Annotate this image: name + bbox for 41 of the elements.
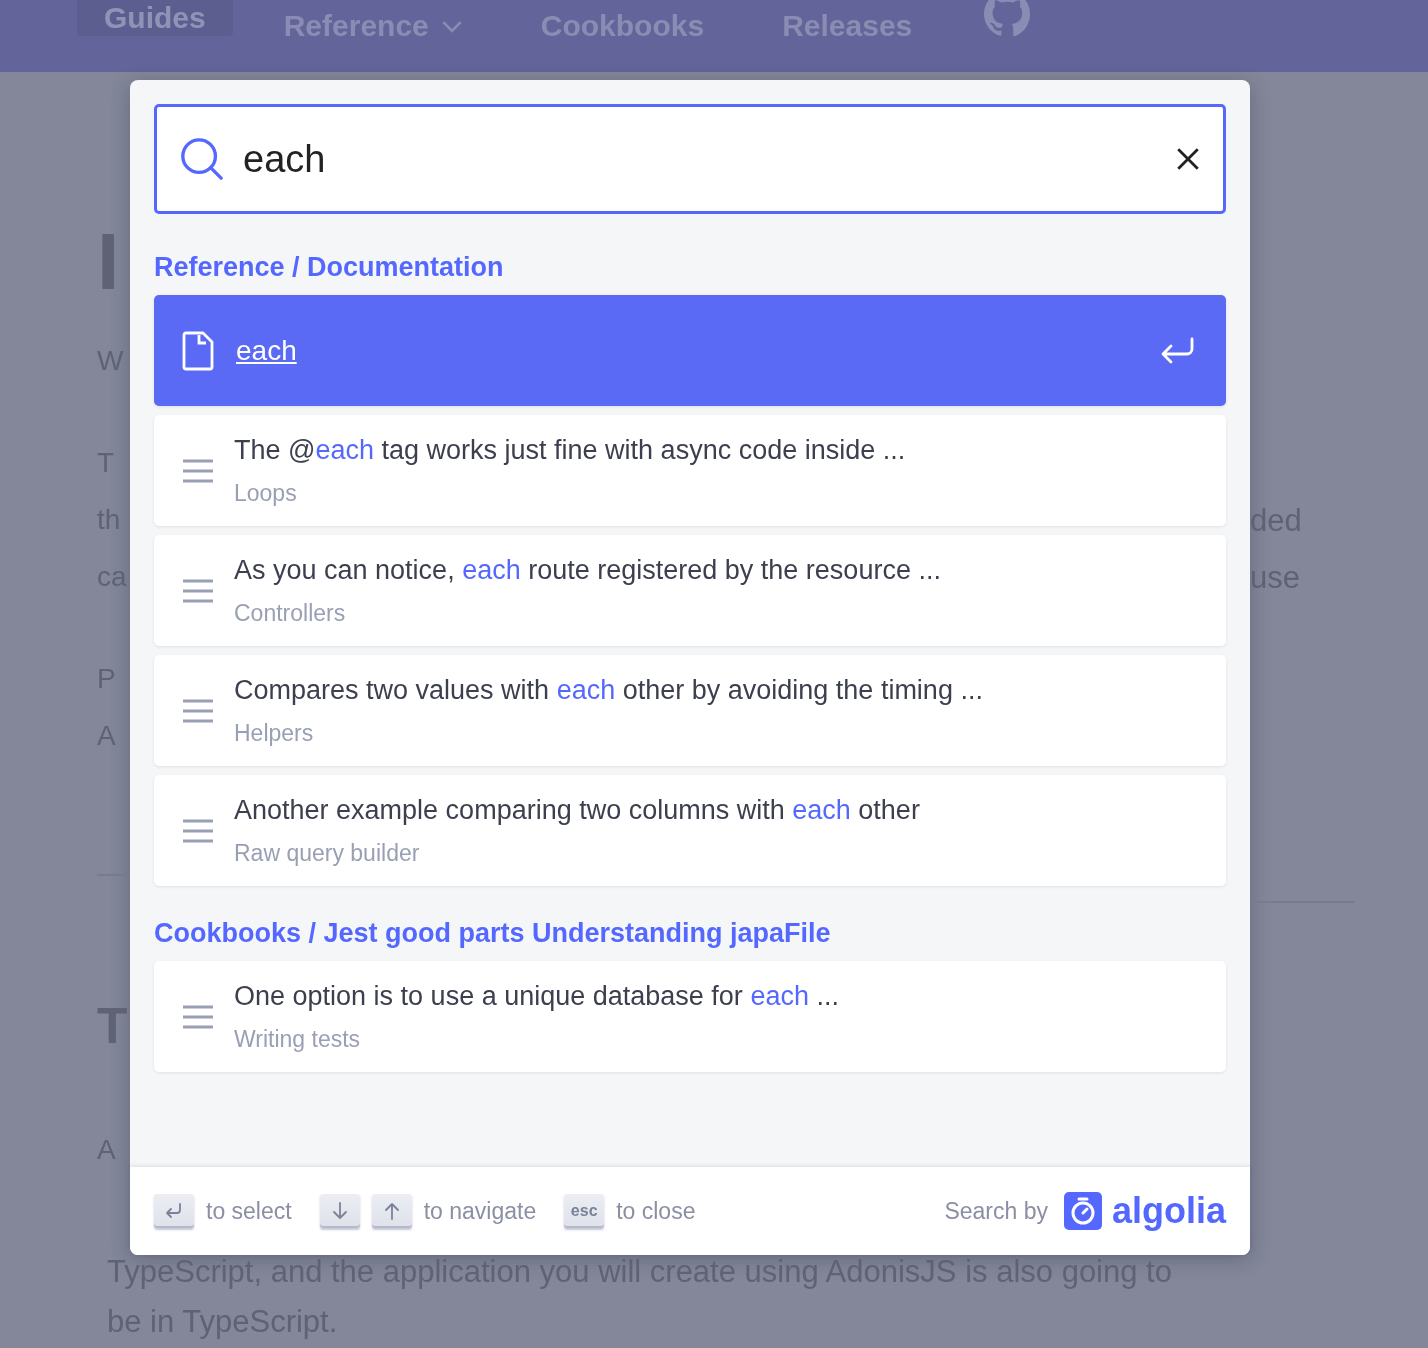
result-path: Writing tests <box>234 1025 362 1053</box>
hamburger-lines-icon <box>182 578 214 603</box>
return-arrow-icon <box>1160 335 1196 366</box>
search-result[interactable]: Compares two values with each other by avoiding the timing ... Helpers <box>154 655 1226 766</box>
result-title: each <box>236 334 298 367</box>
result-snippet: One option is to use a unique database for each ... <box>234 980 839 1012</box>
hamburger-lines-icon <box>182 458 214 483</box>
arrow-down-icon <box>330 1201 349 1221</box>
search-result[interactable]: Another example comparing two columns with each other Raw query builder <box>154 775 1226 886</box>
search-field[interactable]: each <box>154 104 1226 214</box>
result-path: Raw query builder <box>234 839 421 867</box>
hint-label: to navigate <box>423 1197 537 1225</box>
search-result[interactable]: The @each tag works just fine with async code inside ... Loops <box>154 415 1226 526</box>
hint-label: to select <box>206 1197 292 1225</box>
result-snippet: Another example comparing two columns with each other <box>234 794 920 826</box>
search-result[interactable]: One option is to use a unique database for each ... Writing tests <box>154 961 1226 1072</box>
result-snippet: Compares two values with each other by avoiding the timing ... <box>234 674 983 706</box>
return-arrow-icon <box>164 1202 184 1220</box>
document-icon <box>182 330 216 371</box>
result-path: Controllers <box>234 599 347 627</box>
search-icon <box>179 136 225 182</box>
search-result[interactable]: each <box>154 295 1226 406</box>
hint-label: to close <box>616 1197 696 1225</box>
result-path: Helpers <box>234 719 315 747</box>
hamburger-lines-icon <box>182 698 214 723</box>
result-snippet: The @each tag works just fine with async code inside ... <box>234 434 906 466</box>
close-icon[interactable] <box>1175 146 1201 172</box>
search-by-label: Search by <box>944 1197 1048 1225</box>
stopwatch-icon <box>1063 1192 1102 1230</box>
arrow-up-icon <box>382 1201 401 1221</box>
search-result[interactable]: As you can notice, each route registered by the resource ... Controllers <box>154 535 1226 646</box>
keyboard-key: esc <box>564 1194 605 1228</box>
chevron-down-icon <box>440 19 463 33</box>
result-group-title: Reference / Documentation <box>154 252 505 283</box>
hamburger-lines-icon <box>182 1004 214 1029</box>
hamburger-lines-icon <box>182 818 214 843</box>
result-snippet: As you can notice, each route registered by the resource ... <box>234 554 941 586</box>
search-input[interactable]: each <box>241 136 1159 182</box>
result-path: Loops <box>234 479 298 507</box>
algolia-logo-link[interactable]: algolia <box>1063 1190 1226 1232</box>
result-group-title: Cookbooks / Jest good parts Understanding japaFile <box>154 918 832 949</box>
